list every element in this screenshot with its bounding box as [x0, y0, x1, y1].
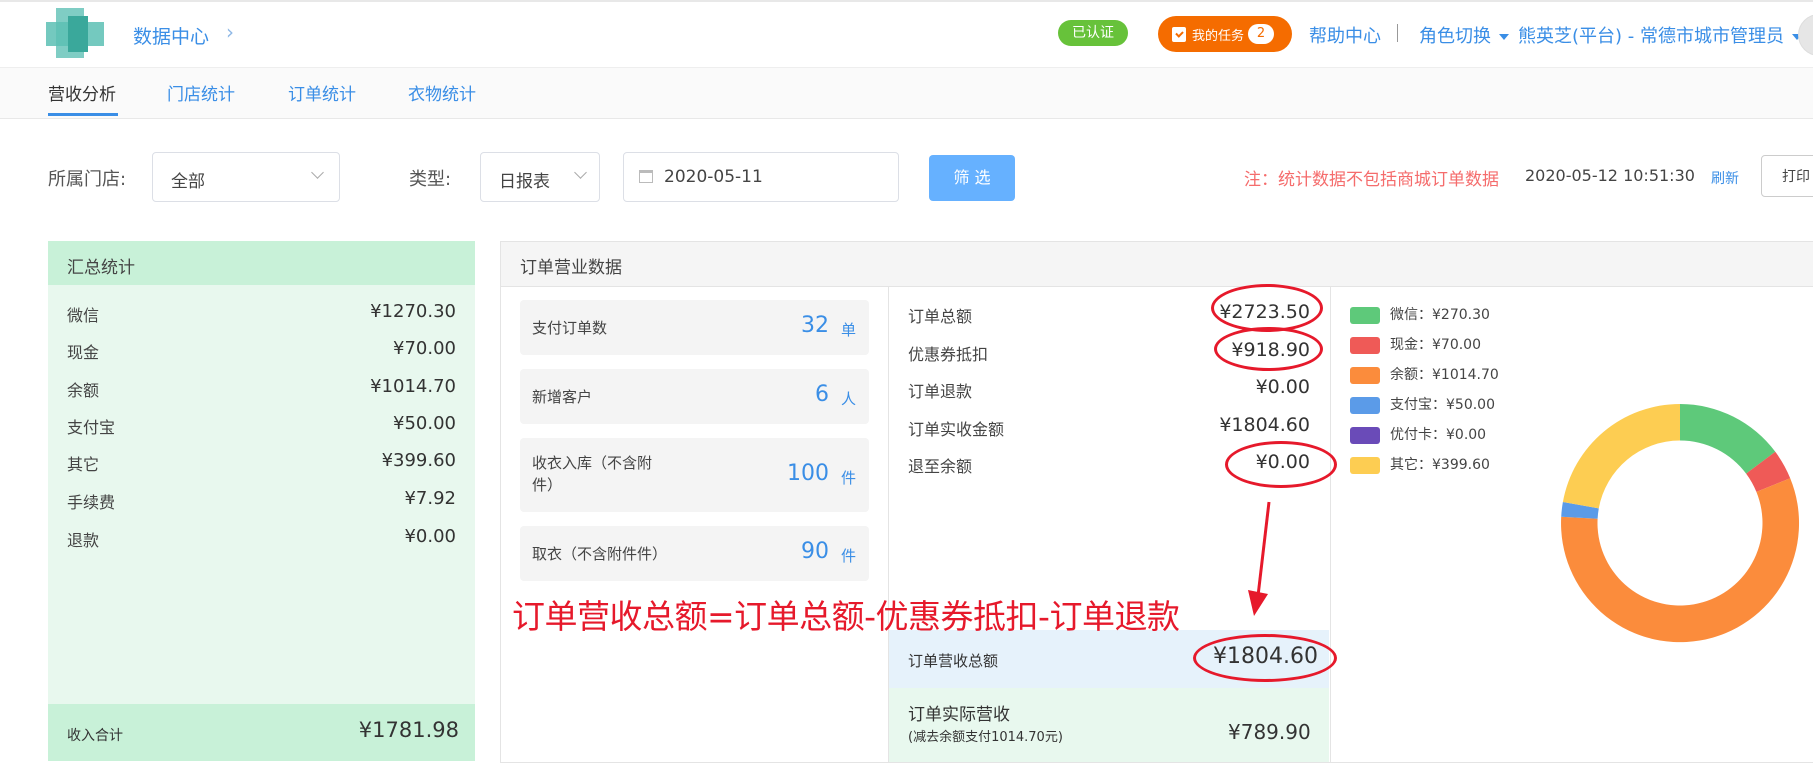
summary-title: 汇总统计	[67, 258, 135, 278]
store-select[interactable]: 全部	[152, 152, 340, 202]
legend-swatch	[1350, 396, 1380, 414]
legend-swatch	[1350, 336, 1380, 354]
role-switch-label: 角色切换	[1419, 26, 1491, 47]
clipboard-icon	[1172, 27, 1186, 42]
chevron-down-icon	[574, 166, 587, 179]
summary-row-cash: 现金 ¥70.00	[67, 338, 456, 362]
summary-row-alipay: 支付宝 ¥50.00	[67, 413, 456, 437]
legend-swatch	[1350, 456, 1380, 474]
summary-row-other: 其它 ¥399.60	[67, 450, 456, 474]
user-label: 熊英芝(平台) - 常德市城市管理员	[1518, 26, 1784, 47]
avatar[interactable]	[1798, 14, 1813, 56]
legend-balance: 余额：¥1014.70	[1350, 364, 1499, 384]
stat-items-picked-up: 取衣（不含附件件） 90 件	[520, 526, 869, 581]
summary-row-balance: 余额 ¥1014.70	[67, 376, 456, 400]
legend-swatch	[1350, 366, 1380, 384]
actual-revenue-value: ¥789.90	[1228, 720, 1311, 744]
store-select-value: 全部	[171, 172, 205, 192]
tab-clothing-stats[interactable]: 衣物统计	[408, 80, 476, 105]
tab-store-stats[interactable]: 门店统计	[167, 80, 235, 105]
user-menu-dropdown[interactable]: 熊英芝(平台) - 常德市城市管理员	[1518, 22, 1802, 48]
refresh-link[interactable]: 刷新	[1711, 168, 1739, 188]
tab-order-stats[interactable]: 订单统计	[288, 80, 356, 105]
chevron-down-icon	[311, 166, 324, 179]
actual-revenue-note: (减去余额支付1014.70元)	[908, 730, 1063, 745]
print-button[interactable]: 打印	[1761, 155, 1813, 197]
date-picker[interactable]: 2020-05-11	[623, 152, 899, 202]
date-value: 2020-05-11	[664, 167, 763, 187]
help-center-link[interactable]: 帮助中心	[1309, 22, 1381, 48]
highlight-ellipse	[1211, 284, 1323, 332]
tab-revenue-analysis[interactable]: 营收分析	[48, 80, 116, 105]
active-tab-indicator	[48, 113, 118, 116]
my-tasks-button[interactable]: 我的任务 2	[1158, 16, 1292, 52]
legend-swatch	[1350, 306, 1380, 324]
actual-revenue-label: 订单实际营收	[908, 705, 1010, 725]
income-total-label: 收入合计	[67, 728, 123, 744]
stat-paid-orders: 支付订单数 32 单	[520, 300, 869, 355]
type-select-value: 日报表	[499, 172, 550, 192]
logo	[46, 8, 104, 58]
red-arrow	[1248, 501, 1271, 616]
task-count-badge: 2	[1248, 24, 1274, 44]
stat-items-received: 收衣入库（不含附件） 100 件	[520, 438, 869, 512]
order-panel-title: 订单营业数据	[520, 258, 622, 278]
store-filter-label: 所属门店:	[48, 169, 127, 190]
legend-card: 优付卡：¥0.00	[1350, 424, 1486, 444]
caret-down-icon	[1499, 34, 1509, 40]
tab-bar	[0, 67, 1813, 119]
donut-slice-other	[1562, 404, 1680, 509]
income-total-value: ¥1781.98	[358, 718, 459, 742]
legend-other: 其它：¥399.60	[1350, 454, 1490, 474]
role-switch-dropdown[interactable]: 角色切换	[1419, 22, 1509, 48]
type-select[interactable]: 日报表	[480, 152, 600, 202]
order-received-row: 订单实收金额 ¥1804.60	[908, 414, 1310, 439]
revenue-total-label: 订单营收总额	[908, 652, 999, 670]
calendar-icon	[639, 170, 653, 183]
update-timestamp: 2020-05-12 10:51:30	[1525, 166, 1695, 185]
data-note: 注：统计数据不包括商城订单数据	[1244, 170, 1499, 190]
payment-donut-chart	[1561, 404, 1800, 643]
summary-row-wechat: 微信 ¥1270.30	[67, 301, 456, 325]
filter-button[interactable]: 筛 选	[929, 155, 1015, 201]
legend-swatch	[1350, 426, 1380, 444]
divider	[1397, 24, 1398, 42]
legend-wechat: 微信：¥270.30	[1350, 304, 1490, 324]
formula-annotation: 订单营收总额=订单总额-优惠券抵扣-订单退款	[512, 597, 1180, 636]
legend-cash: 现金：¥70.00	[1350, 334, 1481, 354]
summary-row-fee: 手续费 ¥7.92	[67, 488, 456, 512]
stat-new-customers: 新增客户 6 人	[520, 369, 869, 424]
app-title[interactable]: 数据中心	[133, 22, 209, 49]
legend-alipay: 支付宝：¥50.00	[1350, 394, 1495, 414]
column-divider	[1330, 286, 1331, 762]
highlight-ellipse	[1214, 327, 1323, 371]
my-tasks-label: 我的任务	[1192, 29, 1245, 44]
verified-badge: 已认证	[1058, 20, 1128, 46]
top-border	[0, 0, 1813, 2]
order-refund-row: 订单退款 ¥0.00	[908, 376, 1310, 401]
chevron-right-icon: ›	[226, 20, 234, 44]
type-filter-label: 类型:	[409, 169, 452, 190]
highlight-ellipse	[1193, 634, 1337, 682]
highlight-ellipse	[1225, 441, 1337, 488]
order-panel-header	[501, 242, 1813, 287]
summary-row-refund: 退款 ¥0.00	[67, 526, 456, 550]
